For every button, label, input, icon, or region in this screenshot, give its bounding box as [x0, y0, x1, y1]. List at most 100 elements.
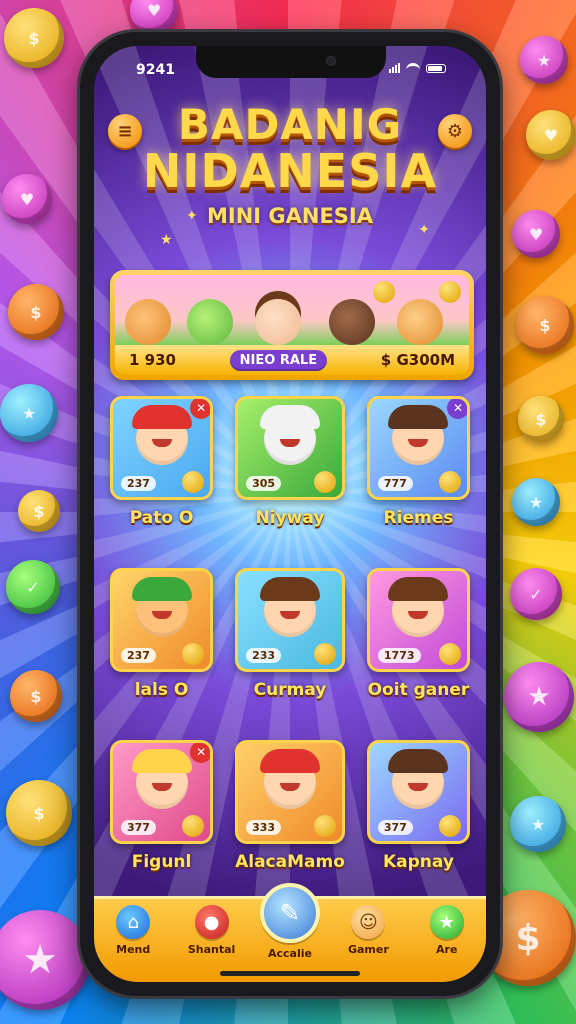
coin-icon: ★: [512, 478, 560, 526]
game-card[interactable]: ✕ 777 Riemes: [366, 396, 470, 528]
game-card[interactable]: 1773 Ooit ganer: [366, 568, 470, 700]
nav-label: Gamer: [347, 943, 389, 956]
coin-icon: [182, 815, 205, 837]
cat-character: [187, 299, 233, 345]
coin-icon: [182, 471, 205, 493]
game-stat: 777: [377, 476, 413, 491]
banner-bar: 1 930 NIEO RALE $ G300M: [115, 345, 469, 375]
camera-icon: [326, 56, 336, 66]
coin-icon: [439, 643, 461, 665]
coin-icon: [313, 643, 336, 665]
featured-banner[interactable]: 1 930 NIEO RALE $ G300M: [110, 270, 474, 380]
game-thumbnail: ✕ 777: [366, 396, 470, 500]
nav-label: Shantal: [187, 943, 236, 956]
game-label: lals O: [134, 680, 189, 700]
home-indicator[interactable]: [220, 971, 360, 976]
wifi-icon: [406, 63, 420, 73]
game-label: Kapnay: [382, 852, 454, 872]
coin-icon: [182, 643, 205, 665]
coin-icon: $: [516, 296, 574, 354]
game-label: Niyway: [255, 508, 325, 528]
game-stat: 233: [246, 648, 282, 663]
game-card[interactable]: ✕ 237 Pato O: [110, 396, 214, 528]
game-thumbnail: 377: [366, 740, 470, 844]
app-title: BADANIG NIDANESIA: [94, 100, 486, 198]
close-icon: ✕: [190, 743, 211, 763]
nav-item-shantal[interactable]: ● Shantal: [177, 905, 247, 956]
game-stat: 237: [121, 476, 156, 491]
character-icon: [259, 577, 320, 637]
character-icon: [131, 405, 192, 465]
bear-character: [329, 299, 375, 345]
status-time: 9241: [136, 62, 175, 78]
title-line-2: NIDANESIA: [142, 144, 438, 198]
character-icon: [131, 749, 192, 809]
coin-icon: $: [10, 670, 62, 722]
game-card[interactable]: 237 lals O: [110, 568, 214, 700]
character-icon: [259, 405, 320, 465]
girl-character: [255, 299, 301, 345]
battery-icon: [426, 63, 446, 73]
game-card[interactable]: 377 Kapnay: [366, 740, 470, 872]
coin-icon: [439, 815, 461, 837]
phone-notch: [196, 46, 386, 78]
coin-icon: ★: [0, 384, 58, 442]
game-stat: 377: [377, 820, 413, 835]
banner-scene: 1 930 NIEO RALE $ G300M: [115, 275, 469, 375]
sparkle-icon: ✦: [186, 208, 198, 224]
phone-screen: 9241 ≡ ⚙ BADANIG NIDANESIA MINI GANESIA …: [94, 46, 486, 982]
apple-icon: ●: [194, 905, 229, 939]
nav-item-gamer[interactable]: ☺ Gamer: [333, 905, 403, 956]
game-thumbnail: 333: [235, 740, 345, 844]
game-stat: 305: [246, 476, 282, 491]
coin-icon: [373, 281, 395, 303]
game-label: Riemes: [383, 508, 454, 528]
game-thumbnail: 1773: [366, 568, 470, 672]
game-thumbnail: 237: [110, 568, 214, 672]
game-card[interactable]: ✕ 377 Figunl: [110, 740, 214, 872]
nav-item-are[interactable]: ★ Are: [412, 905, 482, 956]
feather-icon: ✎: [259, 883, 320, 943]
coin-icon: ★: [504, 662, 574, 732]
character-icon: [388, 577, 449, 637]
game-card[interactable]: 233 Curmay: [235, 568, 345, 700]
game-thumbnail: 305: [235, 396, 345, 500]
banner-right-stat: $ G300M: [380, 351, 455, 369]
nav-item-mend[interactable]: ⌂ Mend: [98, 905, 168, 956]
game-grid: ✕ 237 Pato O 305 Niyway ✕ 777 Riemes 237…: [110, 396, 470, 872]
coin-icon: ♥: [512, 210, 560, 258]
coin-icon: ★: [520, 36, 568, 84]
game-thumbnail: ✕ 237: [110, 396, 214, 500]
nav-label: Are: [436, 943, 458, 956]
game-stat: 237: [121, 648, 156, 663]
nav-item-accalie[interactable]: ✎ Accalie: [255, 883, 325, 960]
face-icon: ☺: [351, 905, 386, 939]
coin-icon: ✓: [6, 560, 60, 614]
phone-frame: 9241 ≡ ⚙ BADANIG NIDANESIA MINI GANESIA …: [80, 32, 500, 996]
dog-character: [397, 299, 443, 345]
coin-icon: $: [4, 8, 64, 68]
character-icon: [388, 749, 449, 809]
game-label: Figunl: [131, 852, 192, 872]
coin-icon: ✓: [510, 568, 562, 620]
game-stat: 333: [246, 820, 282, 835]
coin-icon: $: [8, 284, 64, 340]
sparkle-icon: ★: [160, 232, 173, 248]
game-card[interactable]: 305 Niyway: [235, 396, 345, 528]
bottom-nav: ⌂ Mend ● Shantal ✎ Accalie ☺ Gamer ★ Are: [94, 883, 486, 982]
game-label: Curmay: [253, 680, 327, 700]
banner-tag[interactable]: NIEO RALE: [229, 349, 328, 371]
game-label: Ooit ganer: [367, 680, 470, 700]
nav-label: Accalie: [267, 947, 312, 960]
game-label: AlacaMamo: [235, 852, 345, 872]
coin-icon: $: [18, 490, 60, 532]
game-stat: 1773: [377, 648, 421, 663]
game-stat: 377: [121, 820, 156, 835]
game-thumbnail: 233: [235, 568, 345, 672]
sparkle-icon: ✦: [418, 222, 430, 238]
banner-left-stat: 1 930: [129, 351, 176, 369]
game-card[interactable]: 333 AlacaMamo: [235, 740, 345, 872]
fox-character: [125, 299, 171, 345]
title-line-1: BADANIG: [177, 100, 403, 149]
signal-icon: [389, 63, 400, 73]
